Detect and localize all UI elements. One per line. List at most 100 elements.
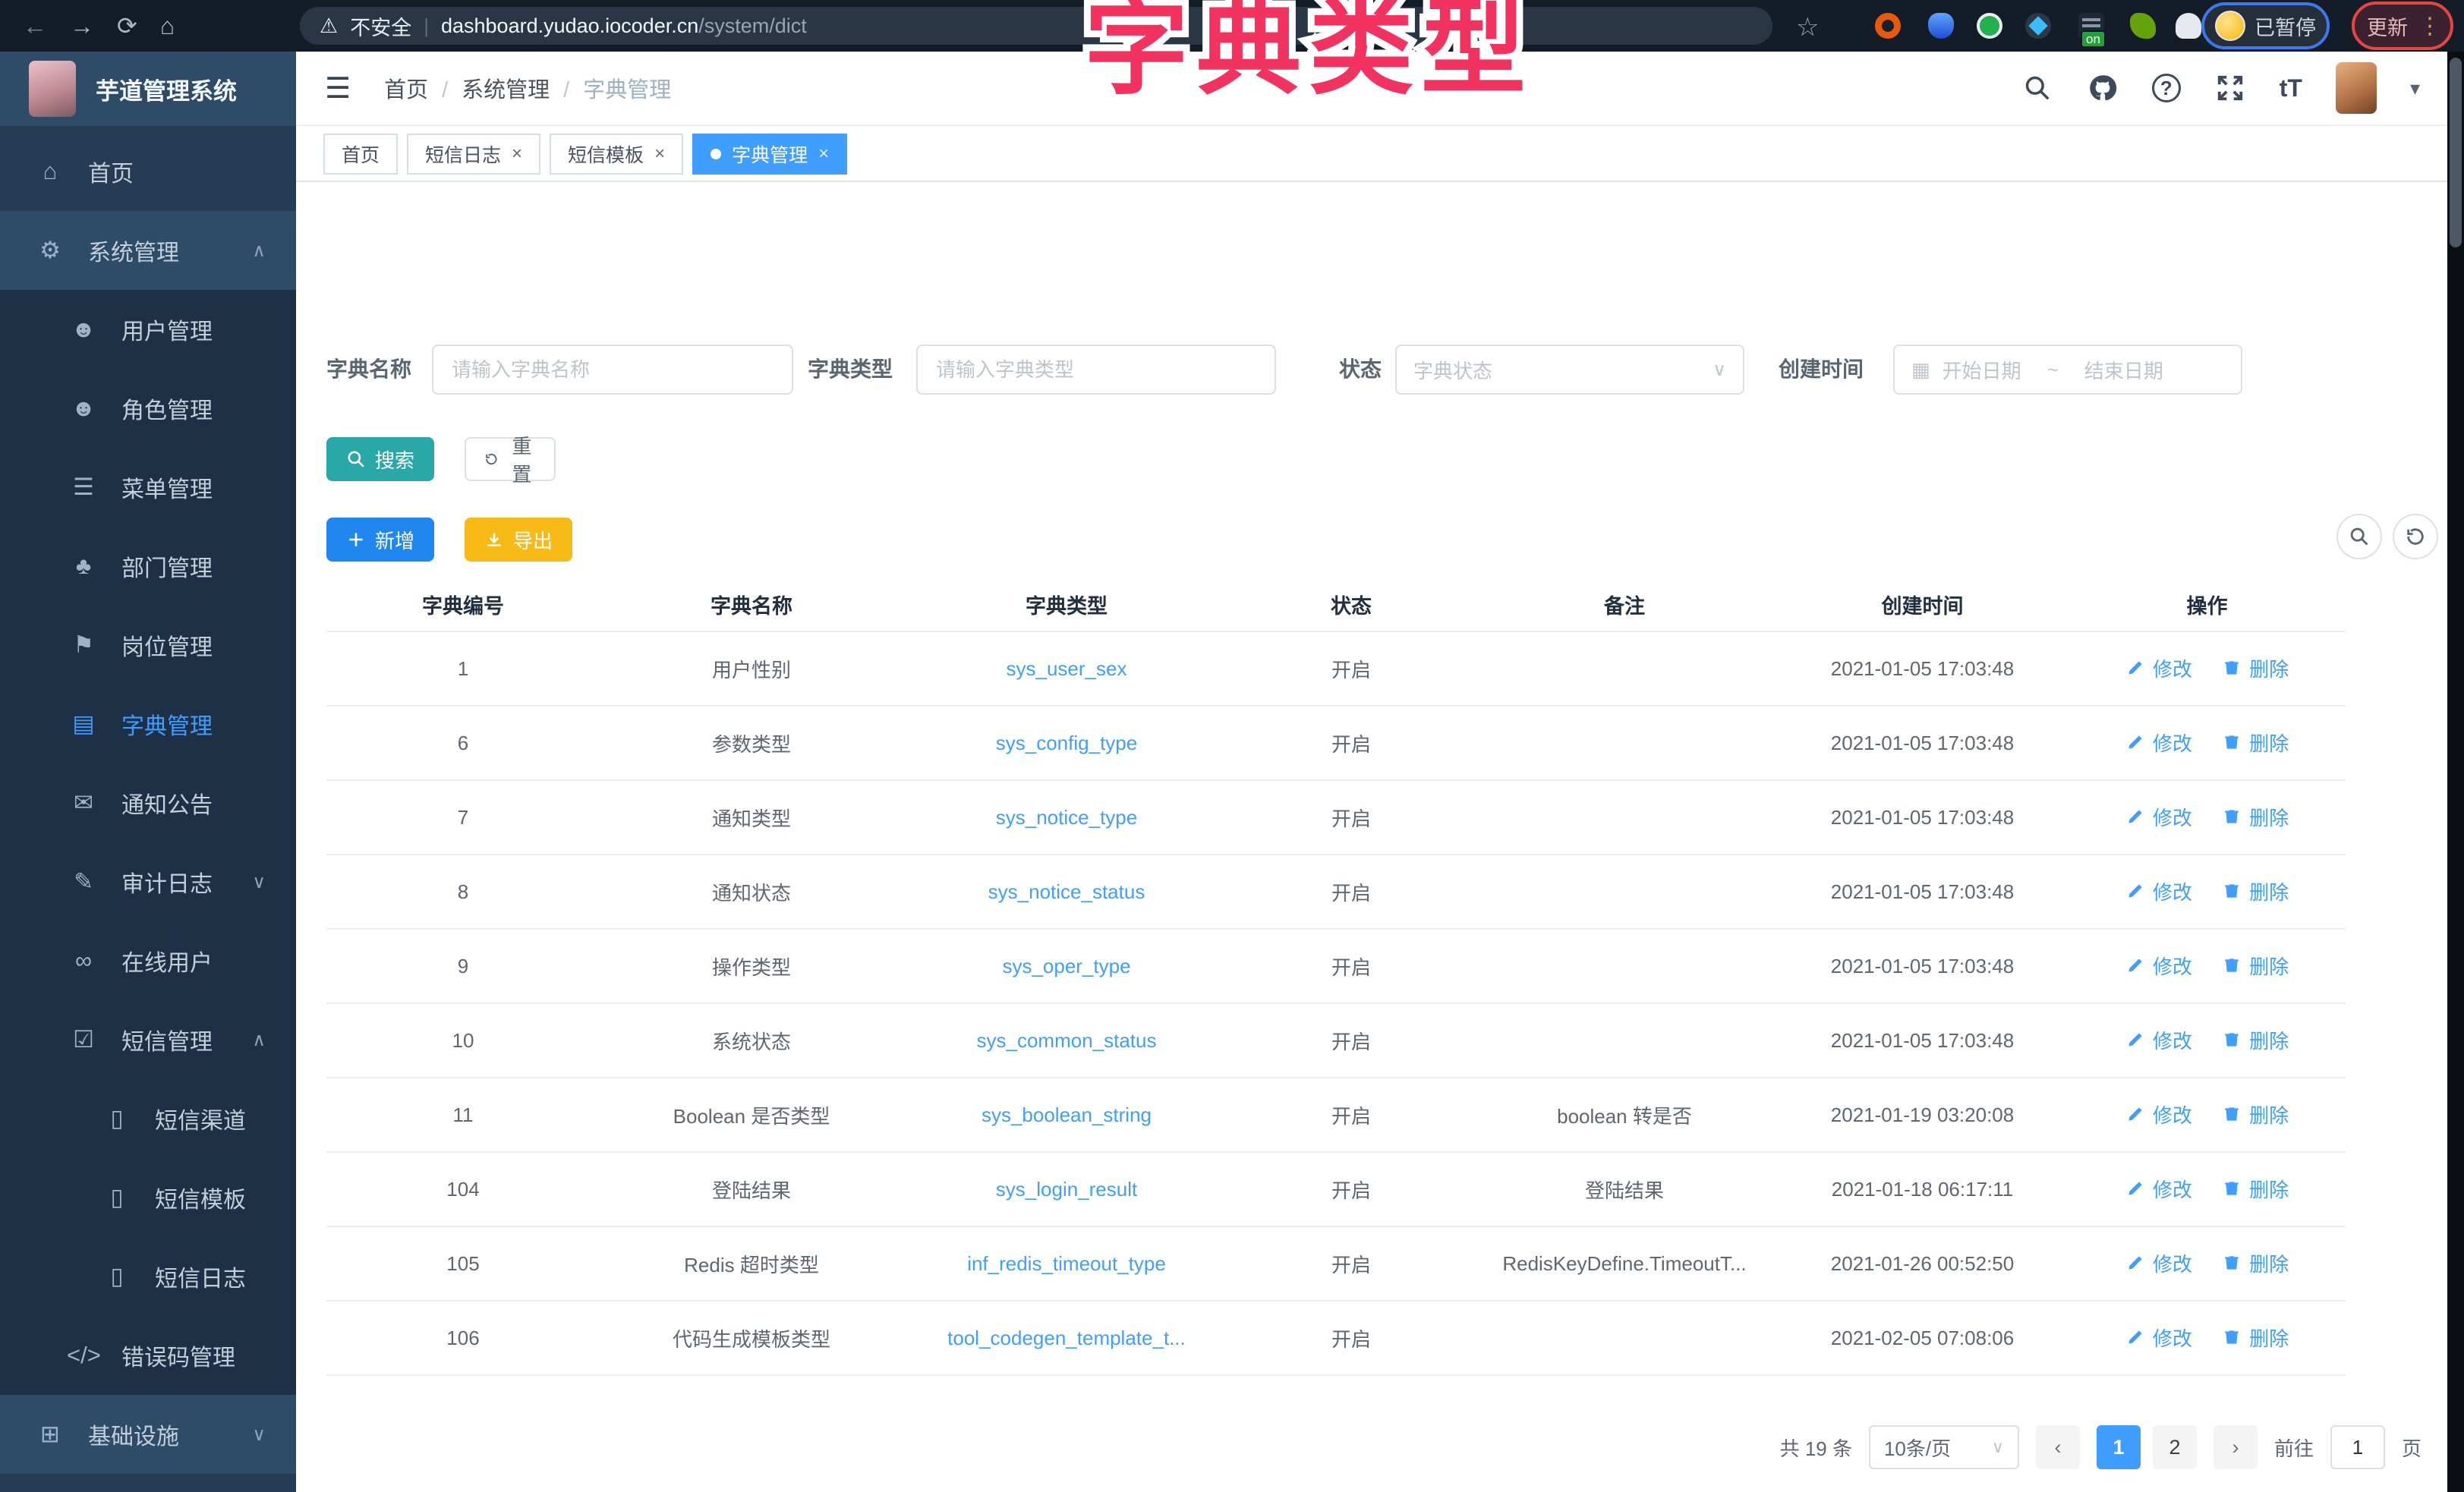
sidebar-item-icon: ⊞ bbox=[33, 1421, 67, 1448]
delete-link[interactable]: 删除 bbox=[2222, 1175, 2289, 1203]
page-tab[interactable]: 首页 bbox=[323, 134, 398, 175]
cell-dict-name: 登陆结果 bbox=[600, 1152, 903, 1226]
goto-page-input[interactable] bbox=[2330, 1425, 2385, 1469]
page-number-button[interactable]: 2 bbox=[2153, 1425, 2197, 1469]
extension-paused-button[interactable]: 已暂停 bbox=[2201, 2, 2330, 49]
cell-dict-type-link[interactable]: sys_boolean_string bbox=[903, 1078, 1230, 1152]
sidebar-item[interactable]: ▯ 短信日志 bbox=[0, 1237, 296, 1316]
sidebar-item[interactable]: ▯ 短信渠道 bbox=[0, 1079, 296, 1158]
tab-close-icon[interactable]: × bbox=[512, 143, 522, 165]
date-range-picker[interactable]: ▦ 开始日期 ~ 结束日期 bbox=[1893, 345, 2242, 395]
delete-link[interactable]: 删除 bbox=[2222, 1100, 2289, 1128]
tab-close-icon[interactable]: × bbox=[818, 143, 829, 165]
delete-link[interactable]: 删除 bbox=[2222, 952, 2289, 980]
browser-home-icon[interactable]: ⌂ bbox=[160, 12, 175, 40]
scrollbar-track[interactable] bbox=[2447, 52, 2464, 1492]
edit-link[interactable]: 修改 bbox=[2125, 1026, 2192, 1054]
dict-name-input[interactable] bbox=[450, 357, 775, 382]
page-tab[interactable]: 短信日志 × bbox=[407, 134, 540, 175]
prev-page-button[interactable]: ‹ bbox=[2036, 1425, 2080, 1469]
cell-dict-type-link[interactable]: sys_notice_status bbox=[903, 855, 1230, 929]
page-tab[interactable]: 字典管理 × bbox=[692, 134, 847, 175]
breadcrumb-item[interactable]: 系统管理 bbox=[442, 72, 550, 104]
sidebar-item[interactable]: ∞ 在线用户 bbox=[0, 921, 296, 1000]
browser-reload-icon[interactable]: ⟳ bbox=[117, 11, 137, 40]
reset-button[interactable]: 重置 bbox=[465, 437, 556, 481]
extension-icon[interactable] bbox=[2176, 13, 2201, 39]
browser-update-button[interactable]: 更新 ⋮ bbox=[2352, 2, 2453, 50]
delete-link[interactable]: 删除 bbox=[2222, 803, 2289, 831]
user-avatar[interactable] bbox=[2336, 62, 2377, 114]
sidebar-item[interactable]: ♣ 部门管理 bbox=[0, 527, 296, 606]
scrollbar-thumb[interactable] bbox=[2450, 58, 2462, 247]
extension-icon[interactable] bbox=[1977, 13, 2002, 39]
sidebar-item[interactable]: ▯ 短信模板 bbox=[0, 1158, 296, 1237]
page-tab[interactable]: 短信模板 × bbox=[550, 134, 683, 175]
sidebar-item[interactable]: ⚙ 系统管理 ∧ bbox=[0, 211, 296, 290]
table-refresh-button[interactable] bbox=[2393, 514, 2438, 559]
sidebar-item[interactable]: ▤ 字典管理 bbox=[0, 685, 296, 763]
table-search-button[interactable] bbox=[2336, 514, 2382, 559]
edit-link[interactable]: 修改 bbox=[2125, 729, 2192, 757]
extension-icon[interactable] bbox=[1875, 13, 1901, 39]
delete-link[interactable]: 删除 bbox=[2222, 1026, 2289, 1054]
edit-link[interactable]: 修改 bbox=[2125, 952, 2192, 980]
export-button[interactable]: 导出 bbox=[465, 518, 572, 562]
browser-back-icon[interactable]: ← bbox=[23, 12, 47, 40]
next-page-button[interactable]: › bbox=[2214, 1425, 2258, 1469]
edit-link[interactable]: 修改 bbox=[2125, 1324, 2192, 1352]
browser-menu-kebab-icon[interactable]: ⋮ bbox=[2418, 13, 2441, 39]
sidebar-item[interactable]: ✉ 通知公告 bbox=[0, 763, 296, 842]
extension-icon[interactable] bbox=[1928, 13, 1954, 39]
font-size-icon[interactable]: tT bbox=[2280, 74, 2302, 102]
sidebar-item[interactable]: ⊞ 基础设施 ∨ bbox=[0, 1395, 296, 1474]
status-select[interactable]: 字典状态 ∨ bbox=[1395, 345, 1744, 395]
edit-link[interactable]: 修改 bbox=[2125, 1100, 2192, 1128]
extension-icon[interactable] bbox=[2025, 13, 2051, 39]
search-icon[interactable] bbox=[2021, 72, 2053, 104]
delete-link[interactable]: 删除 bbox=[2222, 1249, 2289, 1277]
github-icon[interactable] bbox=[2087, 72, 2119, 104]
page-size-select[interactable]: 10条/页 ∨ bbox=[1869, 1425, 2019, 1469]
delete-link[interactable]: 删除 bbox=[2222, 654, 2289, 682]
edit-link[interactable]: 修改 bbox=[2125, 1175, 2192, 1203]
sidebar-item[interactable]: ☻ 用户管理 bbox=[0, 290, 296, 369]
fullscreen-icon[interactable] bbox=[2214, 72, 2246, 104]
cell-dict-type-link[interactable]: sys_common_status bbox=[903, 1003, 1230, 1078]
browser-forward-icon[interactable]: → bbox=[70, 12, 94, 40]
cell-dict-type-link[interactable]: sys_config_type bbox=[903, 706, 1230, 780]
page-number-button[interactable]: 1 bbox=[2097, 1425, 2141, 1469]
breadcrumb-item[interactable]: 字典管理 bbox=[563, 72, 671, 104]
edit-link[interactable]: 修改 bbox=[2125, 803, 2192, 831]
sidebar-item[interactable]: ⌂ 首页 bbox=[0, 132, 296, 211]
cell-dict-type-link[interactable]: tool_codegen_template_t... bbox=[903, 1301, 1230, 1375]
breadcrumb-item[interactable]: 首页 bbox=[384, 72, 428, 104]
cell-dict-type-link[interactable]: sys_user_sex bbox=[903, 631, 1230, 706]
dict-type-input[interactable] bbox=[934, 357, 1258, 382]
sidebar-item[interactable]: ✎ 审计日志 ∨ bbox=[0, 842, 296, 921]
cell-dict-type-link[interactable]: sys_notice_type bbox=[903, 780, 1230, 855]
sidebar-item[interactable]: ☰ 菜单管理 bbox=[0, 448, 296, 527]
edit-link[interactable]: 修改 bbox=[2125, 654, 2192, 682]
extension-icon[interactable] bbox=[2130, 13, 2156, 39]
delete-link[interactable]: 删除 bbox=[2222, 877, 2289, 905]
sidebar-item[interactable]: ☻ 角色管理 bbox=[0, 369, 296, 448]
tab-close-icon[interactable]: × bbox=[654, 143, 665, 165]
sidebar-item[interactable]: </> 错误码管理 bbox=[0, 1316, 296, 1395]
address-bar[interactable]: ⚠ 不安全 | dashboard.yudao.iocoder.cn/syste… bbox=[300, 7, 1772, 45]
edit-link[interactable]: 修改 bbox=[2125, 1249, 2192, 1277]
delete-link[interactable]: 删除 bbox=[2222, 1324, 2289, 1352]
help-icon[interactable]: ? bbox=[2152, 74, 2181, 102]
sidebar-item[interactable]: ☑ 短信管理 ∧ bbox=[0, 1000, 296, 1079]
bookmark-star-icon[interactable]: ☆ bbox=[1796, 12, 1819, 42]
sidebar-item[interactable]: ⚑ 岗位管理 bbox=[0, 606, 296, 685]
collapse-menu-icon[interactable]: ☰ bbox=[325, 71, 351, 105]
cell-dict-type-link[interactable]: sys_oper_type bbox=[903, 929, 1230, 1003]
cell-dict-type-link[interactable]: inf_redis_timeout_type bbox=[903, 1226, 1230, 1301]
cell-dict-type-link[interactable]: sys_login_result bbox=[903, 1152, 1230, 1226]
search-button[interactable]: 搜索 bbox=[326, 437, 434, 481]
add-button[interactable]: 新增 bbox=[326, 518, 434, 562]
edit-link[interactable]: 修改 bbox=[2125, 877, 2192, 905]
user-menu-caret-icon[interactable]: ▾ bbox=[2410, 77, 2420, 100]
delete-link[interactable]: 删除 bbox=[2222, 729, 2289, 757]
